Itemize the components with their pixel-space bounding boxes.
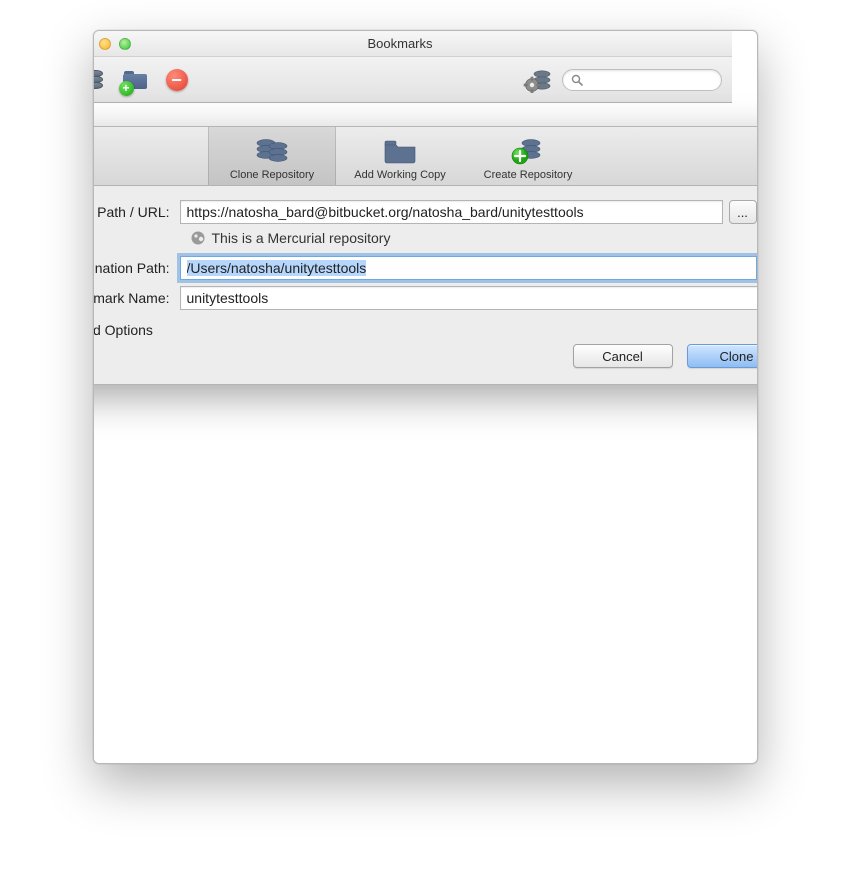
clone-form: Source Path / URL: ... xyxy=(93,186,758,338)
source-path-label: Source Path / URL: xyxy=(93,204,180,220)
advanced-options-label: Advanced Options xyxy=(93,322,153,338)
create-repository-icon xyxy=(464,133,592,167)
toolbar: + + − xyxy=(93,57,732,103)
delete-button[interactable]: − xyxy=(163,66,191,94)
zoom-window-button[interactable] xyxy=(119,38,131,50)
cancel-button[interactable]: Cancel xyxy=(573,344,673,368)
repo-type-indicator: This is a Mercurial repository xyxy=(190,230,758,246)
titlebar: Bookmarks xyxy=(93,31,732,57)
settings-repository-button[interactable] xyxy=(522,67,552,93)
plus-icon: + xyxy=(119,81,134,96)
new-folder-button[interactable]: + xyxy=(121,66,149,94)
window-title: Bookmarks xyxy=(93,36,732,51)
tab-label: Clone Repository xyxy=(208,169,336,181)
minimize-window-button[interactable] xyxy=(99,38,111,50)
repo-type-text: This is a Mercurial repository xyxy=(212,230,391,246)
search-field[interactable] xyxy=(562,69,722,91)
destination-path-label: Destination Path: xyxy=(93,260,180,276)
destination-path-input[interactable] xyxy=(180,256,757,280)
clone-button[interactable]: Clone xyxy=(687,344,758,368)
bookmarks-window: Bookmarks + + − xyxy=(93,30,758,764)
folder-icon xyxy=(336,133,464,167)
clone-sheet: Clone Repository Add Working Copy xyxy=(93,126,758,385)
search-input[interactable] xyxy=(587,72,746,88)
bookmark-name-input[interactable] xyxy=(180,286,758,310)
tab-label: Create Repository xyxy=(464,169,592,181)
traffic-lights xyxy=(93,38,131,50)
clone-repository-icon xyxy=(208,133,336,167)
segmented-toolbar: Clone Repository Add Working Copy xyxy=(93,127,758,186)
advanced-options-disclosure[interactable]: Advanced Options xyxy=(93,322,758,338)
tab-add-working-copy[interactable]: Add Working Copy xyxy=(336,127,464,185)
tab-create-repository[interactable]: Create Repository xyxy=(464,127,592,185)
tab-label: Add Working Copy xyxy=(336,169,464,181)
bookmark-name-label: Bookmark Name: xyxy=(93,290,180,306)
tab-clone-repository[interactable]: Clone Repository xyxy=(208,127,336,185)
minus-icon: − xyxy=(166,69,188,91)
new-repository-button[interactable]: + xyxy=(93,66,107,94)
mercurial-icon xyxy=(190,230,206,246)
browse-source-button[interactable]: ... xyxy=(729,200,757,224)
search-icon xyxy=(571,74,583,86)
source-path-input[interactable] xyxy=(180,200,723,224)
